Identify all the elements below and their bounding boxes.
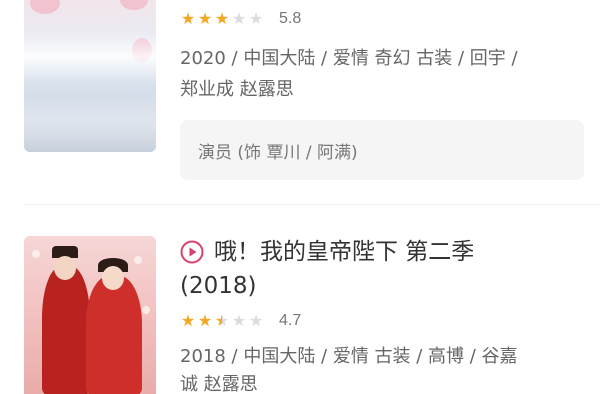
result-title[interactable]: 哦！我的皇帝陛下 第二季 bbox=[214, 236, 584, 268]
star-rating: ★ ★ ★ ★ ★ 5.8 bbox=[180, 10, 301, 28]
star-empty-icon: ★ bbox=[231, 311, 247, 330]
play-circle-icon[interactable] bbox=[180, 240, 204, 264]
star-full-icon: ★ bbox=[197, 9, 213, 28]
star-full-icon: ★ bbox=[180, 9, 196, 28]
star-full-icon: ★ bbox=[214, 9, 230, 28]
result-card[interactable]: ★ ★ ★ ★ ★ 5.8 2020 / 中国大陆 / 爱情 奇幻 古装 / 回… bbox=[0, 0, 600, 200]
mist-decoration bbox=[24, 32, 156, 82]
star-empty-icon: ★ bbox=[231, 9, 247, 28]
petal-decoration bbox=[134, 256, 142, 264]
poster-image[interactable] bbox=[24, 0, 156, 152]
star-full-icon: ★ bbox=[197, 311, 213, 330]
star-rating: ★ ★ ★ ★ ★ 4.7 bbox=[180, 312, 301, 330]
result-year: (2018) bbox=[180, 273, 257, 299]
petal-decoration bbox=[142, 306, 150, 314]
rating-row: ★ ★ ★ ★ ★ 5.8 bbox=[180, 10, 301, 28]
result-divider bbox=[24, 204, 600, 205]
actor-role-box[interactable]: 演员 (饰 覃川 / 阿满) bbox=[180, 120, 584, 180]
star-half-icon: ★ bbox=[214, 311, 230, 330]
rating-score: 5.8 bbox=[279, 10, 302, 27]
blossom-decoration bbox=[120, 0, 148, 10]
poster-image[interactable] bbox=[24, 236, 156, 394]
blossom-decoration bbox=[30, 0, 60, 14]
poster-ground bbox=[24, 118, 156, 152]
face-decoration bbox=[54, 256, 76, 280]
actor-role-text: 演员 (饰 覃川 / 阿满) bbox=[198, 143, 358, 163]
rating-row: ★ ★ ★ ★ ★ 4.7 bbox=[180, 312, 301, 330]
meta-line: 2020 / 中国大陆 / 爱情 奇幻 古装 / 回宇 / bbox=[180, 48, 518, 69]
meta-line: 诚 赵露思 bbox=[180, 374, 258, 394]
star-empty-icon: ★ bbox=[248, 9, 264, 28]
star-full-icon: ★ bbox=[180, 311, 196, 330]
star-empty-icon: ★ bbox=[248, 311, 264, 330]
figure-empress bbox=[86, 276, 142, 394]
rating-score: 4.7 bbox=[279, 312, 302, 329]
figure-emperor bbox=[42, 266, 90, 394]
search-results-screen: ★ ★ ★ ★ ★ 5.8 2020 / 中国大陆 / 爱情 奇幻 古装 / 回… bbox=[0, 0, 600, 394]
face-decoration bbox=[102, 266, 124, 290]
meta-line: 郑业成 赵露思 bbox=[180, 79, 294, 100]
petal-decoration bbox=[32, 250, 40, 258]
